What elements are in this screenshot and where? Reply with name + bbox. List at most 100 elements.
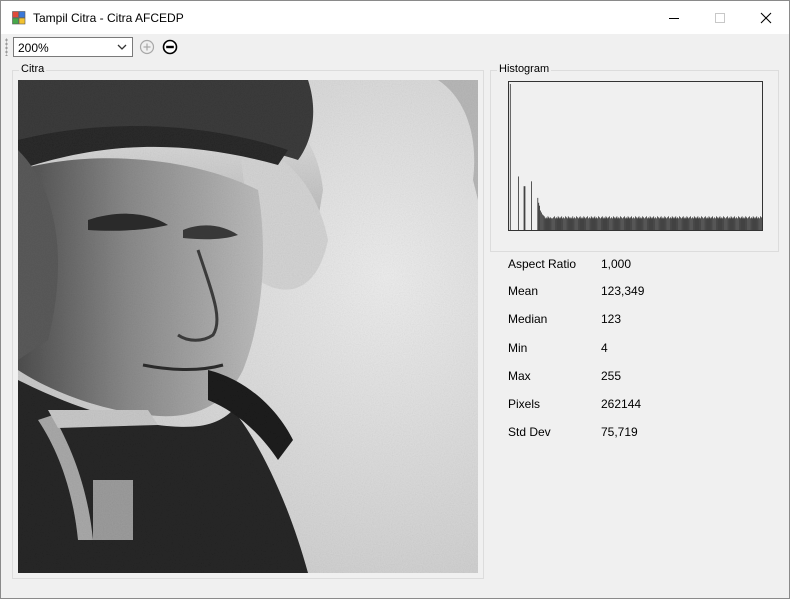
histogram-bar — [559, 218, 561, 230]
histogram-bar — [629, 218, 631, 230]
histogram-bar — [571, 218, 573, 230]
histogram-bar — [622, 218, 623, 230]
histogram-bar — [724, 217, 725, 230]
histogram-bar — [678, 218, 679, 230]
histogram-bar — [694, 217, 696, 230]
zoom-in-icon[interactable] — [139, 39, 155, 55]
histogram-bar — [638, 216, 640, 230]
histogram-bar — [621, 217, 622, 230]
histogram-bar — [700, 218, 701, 230]
histogram-bar — [618, 217, 620, 230]
histogram-bar — [539, 205, 540, 230]
histogram-bar — [663, 218, 665, 230]
histogram-bar — [523, 186, 525, 230]
histogram-bar — [761, 217, 762, 230]
zoom-out-icon[interactable] — [162, 39, 178, 55]
stat-label: Median — [508, 312, 548, 326]
histogram-bar — [540, 210, 541, 230]
histogram-bar — [743, 217, 745, 230]
histogram-bar — [642, 216, 644, 230]
histogram-bar — [623, 217, 624, 230]
histogram-bar — [687, 217, 689, 230]
histogram-bar — [635, 216, 636, 230]
histogram-bar — [708, 216, 710, 230]
histogram-bar — [558, 217, 560, 230]
image-viewer[interactable] — [18, 80, 478, 573]
histogram-bar — [537, 197, 539, 230]
histogram-bar — [598, 216, 599, 230]
histogram-bar — [671, 216, 673, 230]
histogram-bar — [647, 218, 648, 230]
histogram-bar — [582, 218, 584, 230]
histogram-bar — [608, 217, 609, 230]
histogram-bar — [594, 216, 596, 230]
histogram-bar — [695, 218, 697, 230]
histogram-bar — [698, 218, 700, 230]
histogram-bar — [741, 216, 743, 230]
histogram-bar — [681, 218, 682, 230]
stat-label: Min — [508, 341, 528, 355]
title-bar[interactable]: Tampil Citra - Citra AFCEDP — [1, 1, 789, 34]
minimize-icon — [669, 18, 679, 19]
histogram-bar — [707, 218, 709, 230]
histogram-bar — [580, 218, 582, 230]
histogram-bar — [754, 218, 756, 230]
histogram-bar — [560, 217, 562, 230]
histogram-bar — [702, 217, 703, 230]
histogram-bar — [541, 212, 542, 230]
histogram-bar — [563, 217, 564, 230]
maximize-button[interactable] — [697, 1, 743, 34]
histogram-bar — [576, 216, 577, 230]
histogram-bar — [613, 217, 615, 230]
histogram-bar — [717, 218, 719, 230]
histogram-bar — [744, 218, 746, 230]
histogram-bar — [660, 216, 662, 230]
stat-value: 4 — [601, 341, 608, 355]
stat-label: Std Dev — [508, 425, 551, 439]
histogram-bar — [575, 218, 576, 230]
histogram-bar — [667, 217, 668, 230]
histogram-bar — [600, 218, 601, 230]
close-icon — [760, 12, 772, 24]
histogram-bar — [716, 216, 717, 230]
zoom-dropdown[interactable]: 200% — [13, 37, 133, 57]
histogram-bar — [543, 215, 544, 230]
stat-label: Aspect Ratio — [508, 257, 577, 271]
histogram-bar — [732, 218, 734, 230]
toolbar-grip[interactable] — [5, 38, 8, 56]
app-icon — [12, 11, 26, 25]
histogram-bar — [605, 216, 607, 230]
histogram-bar — [758, 217, 759, 230]
histogram-bar — [760, 216, 761, 230]
histogram-bar — [657, 216, 658, 230]
histogram-bar — [625, 217, 627, 230]
histogram-bar — [654, 218, 655, 230]
histogram-bar — [710, 218, 712, 230]
histogram-bar — [552, 218, 553, 230]
histogram-bar — [616, 216, 618, 230]
histogram-bar — [721, 217, 723, 230]
histogram-bar — [704, 217, 705, 230]
histogram-bar — [686, 216, 688, 230]
histogram-bar — [606, 217, 608, 230]
histogram-bar — [554, 216, 555, 230]
histogram-bar — [587, 216, 588, 230]
histogram-bar — [690, 216, 691, 230]
histogram-bar — [612, 216, 614, 230]
histogram-bar — [650, 217, 652, 230]
histogram-bar — [546, 218, 548, 230]
histogram-bar — [555, 217, 557, 230]
close-button[interactable] — [743, 1, 789, 34]
histogram-bar — [661, 218, 663, 230]
histogram-chart — [508, 81, 763, 231]
histogram-bar — [733, 217, 735, 230]
minimize-button[interactable] — [651, 1, 697, 34]
histogram-bar — [737, 218, 738, 230]
histogram-bar — [755, 217, 757, 230]
histogram-bar — [719, 216, 721, 230]
stat-label: Pixels — [508, 397, 541, 411]
histogram-bar — [706, 217, 708, 230]
histogram-bar — [607, 218, 609, 230]
histogram-bar — [603, 217, 605, 230]
histogram-bar — [645, 217, 646, 230]
